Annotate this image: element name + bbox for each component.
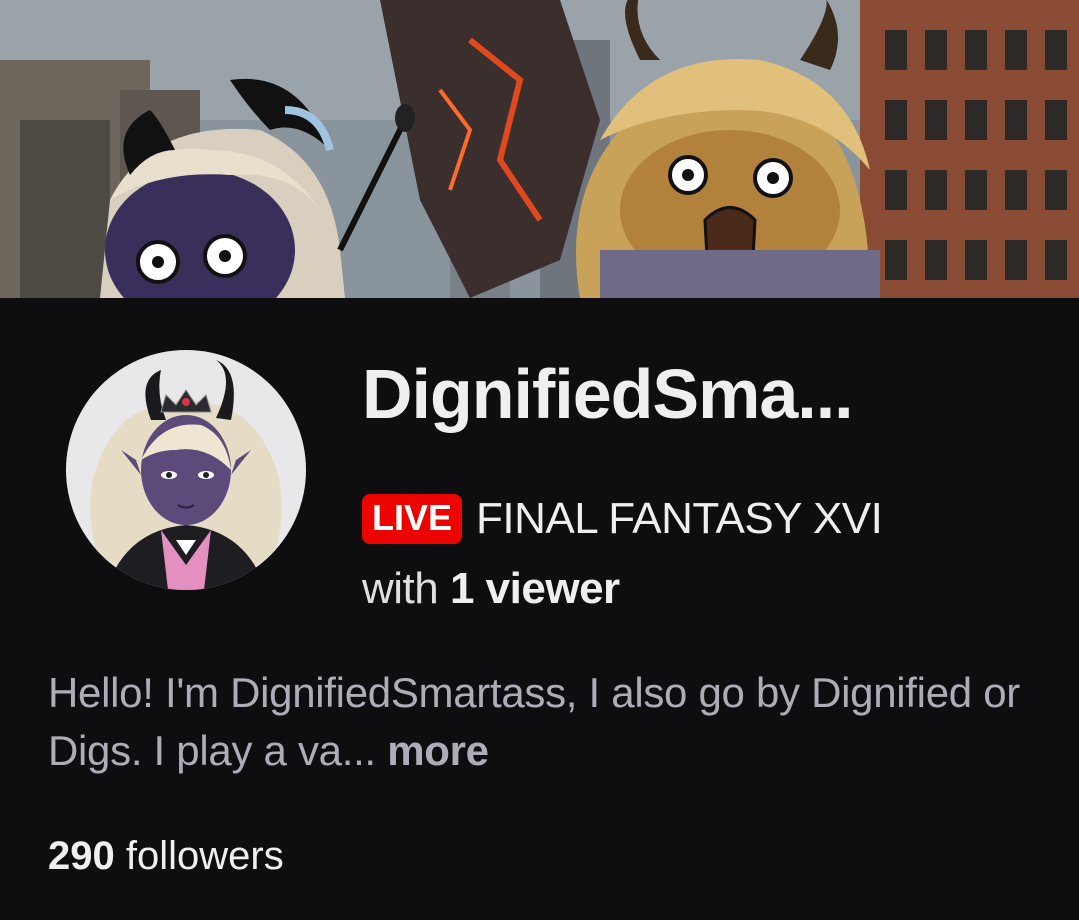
channel-name[interactable]: DignifiedSma... xyxy=(362,356,854,433)
game-category-link[interactable]: FINAL FANTASY XVI xyxy=(476,494,883,544)
followers-label: followers xyxy=(125,834,284,878)
live-badge: LIVE xyxy=(362,494,463,544)
viewer-count-row: with 1 viewer xyxy=(362,564,620,614)
followers-count: 290 followers xyxy=(48,834,284,879)
channel-banner xyxy=(0,0,1079,298)
live-status-row: LIVE FINAL FANTASY XVI xyxy=(362,494,883,544)
bio-text: Hello! I'm DignifiedSmartass, I also go … xyxy=(48,669,1020,774)
viewer-count: 1 viewer xyxy=(449,564,620,613)
channel-profile: DignifiedSma... LIVE FINAL FANTASY XVI w… xyxy=(0,298,1079,920)
viewer-prefix: with xyxy=(362,564,439,613)
bio-more-link[interactable]: more xyxy=(387,727,489,774)
followers-number: 290 xyxy=(48,834,115,878)
channel-bio: Hello! I'm DignifiedSmartass, I also go … xyxy=(48,664,1038,780)
channel-avatar[interactable] xyxy=(66,350,306,590)
